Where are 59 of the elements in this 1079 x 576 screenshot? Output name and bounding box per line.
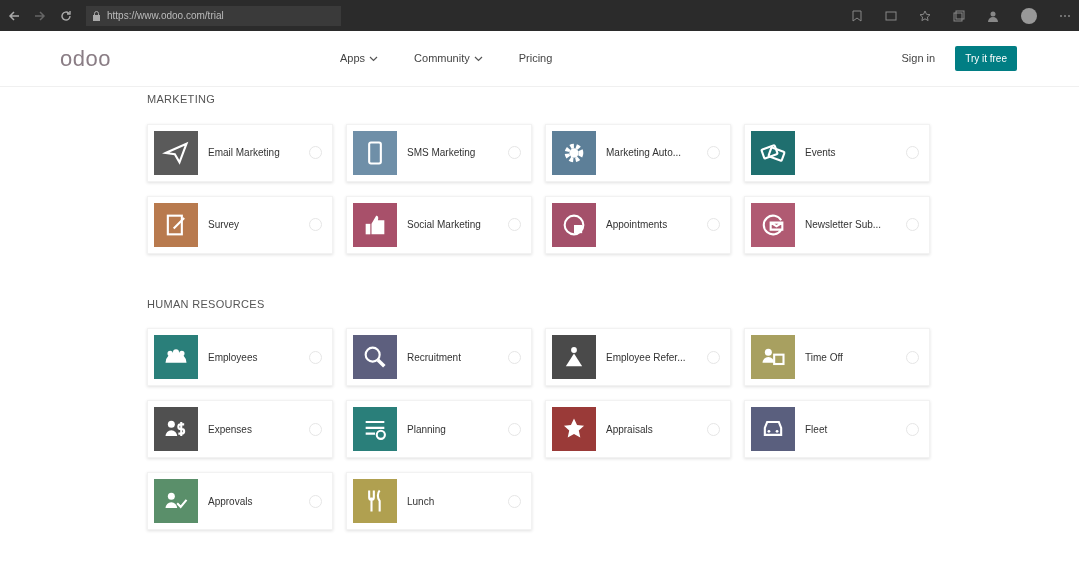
app-name: Email Marketing: [208, 146, 281, 160]
app-card[interactable]: Social Marketing: [346, 195, 532, 254]
app-name: Time Off: [805, 350, 844, 365]
app-card[interactable]: Appointments: [545, 195, 731, 254]
sign-in-link[interactable]: Sign in: [895, 49, 942, 68]
app-name: Employees: [208, 350, 259, 365]
app-card[interactable]: SMS Marketing: [346, 123, 532, 182]
app-name: Survey: [208, 218, 241, 232]
reload-icon[interactable]: [60, 9, 72, 22]
back-icon[interactable]: [8, 9, 20, 22]
app-card[interactable]: Time Off: [744, 328, 930, 386]
nav-link[interactable]: Community: [414, 50, 483, 67]
try-free-button[interactable]: Try it free: [955, 46, 1017, 71]
app-card[interactable]: Expenses: [147, 400, 333, 458]
app-name: Social Marketing: [407, 218, 482, 232]
app-card[interactable]: Events: [744, 123, 930, 182]
app-name: Planning: [407, 422, 447, 437]
app-name: Fleet: [805, 422, 829, 437]
collections-icon[interactable]: [953, 9, 965, 22]
nav-link[interactable]: Apps: [340, 50, 379, 67]
person-icon[interactable]: [987, 9, 999, 22]
chevron-icon: [473, 55, 483, 62]
app-name: Lunch: [407, 494, 436, 509]
star-icon[interactable]: [919, 9, 931, 22]
app-card[interactable]: Planning: [346, 400, 532, 458]
app-name: Events: [805, 146, 837, 160]
app-name: Marketing Auto...: [606, 146, 683, 160]
lock-icon: [92, 10, 101, 21]
app-card[interactable]: Lunch: [346, 472, 532, 530]
app-name: Appraisals: [606, 422, 654, 437]
app-card[interactable]: Recruitment: [346, 328, 532, 386]
forward-icon[interactable]: [34, 9, 46, 22]
logo[interactable]: odoo: [60, 46, 111, 71]
app-card[interactable]: Fleet: [744, 400, 930, 458]
app-name: SMS Marketing: [407, 146, 477, 160]
more-icon[interactable]: [1059, 13, 1071, 18]
app-name: Recruitment: [407, 350, 462, 365]
app-card[interactable]: Survey: [147, 195, 333, 254]
app-name: Employee Refer...: [606, 350, 687, 365]
app-card[interactable]: Appraisals: [545, 400, 731, 458]
app-name: Appointments: [606, 218, 669, 232]
app-name: Approvals: [208, 494, 254, 509]
address-bar[interactable]: https://www.odoo.com/trial: [86, 5, 341, 26]
app-card[interactable]: Approvals: [147, 472, 333, 530]
app-card[interactable]: Newsletter Sub...: [744, 195, 930, 254]
bookmark-icon[interactable]: [851, 9, 863, 22]
app-name: Expenses: [208, 422, 253, 437]
section-title: MARKETING: [147, 92, 216, 107]
app-card[interactable]: Employees: [147, 328, 333, 386]
avatar-icon[interactable]: [1021, 7, 1037, 24]
app-card[interactable]: Marketing Auto...: [545, 123, 731, 182]
app-name: Newsletter Sub...: [805, 218, 883, 232]
app-card[interactable]: Employee Refer...: [545, 328, 731, 386]
app-card[interactable]: Email Marketing: [147, 123, 333, 182]
nav-link[interactable]: Pricing: [518, 50, 553, 67]
section-title: HUMAN RESOURCES: [147, 296, 265, 312]
chevron-icon: [369, 55, 379, 62]
tab-icon[interactable]: [885, 9, 897, 22]
url-text: https://www.odoo.com/trial: [107, 9, 224, 23]
